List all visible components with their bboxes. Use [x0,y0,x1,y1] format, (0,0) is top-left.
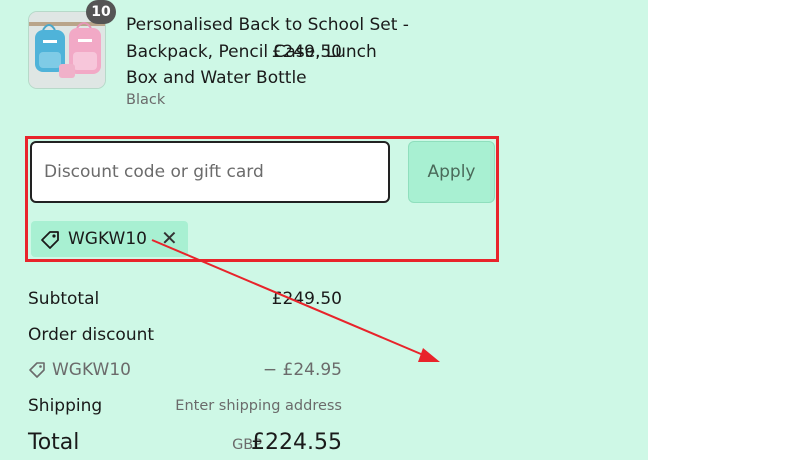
total-label: Total [28,430,80,455]
discount-code-summary: WGKW10 [52,360,131,380]
shipping-label: Shipping [28,396,103,416]
quantity-badge: 10 [86,0,116,24]
discount-tag-icon [29,362,45,378]
shipping-value: Enter shipping address [175,398,342,414]
annotation-highlight-box [25,136,499,262]
order-discount-label: Order discount [28,325,155,345]
discount-value: − £24.95 [262,360,342,380]
product-title: Personalised Back to School Set - Backpa… [126,15,409,88]
order-summary-panel: 10 Personalised Back to School Set - Bac… [0,0,648,460]
product-variant: Black [126,92,166,108]
product-price: £249.50 [271,42,342,62]
subtotal-label: Subtotal [28,289,100,309]
subtotal-value: £249.50 [271,289,342,309]
total-value: £224.55 [251,430,342,455]
